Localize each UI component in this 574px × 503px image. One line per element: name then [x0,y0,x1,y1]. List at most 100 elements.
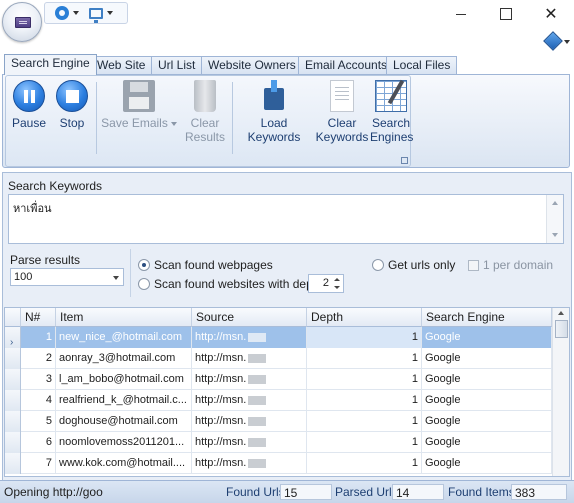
get-urls-only-radio[interactable]: Get urls only [372,258,455,272]
cell-search-engine: Google [422,327,552,348]
parsed-urls-label: Parsed Urls [335,485,398,499]
clear-results-button[interactable]: Clear Results [180,80,230,144]
found-urls-label: Found Urls [226,485,285,499]
clear-keywords-button[interactable]: Clear Keywords [314,80,370,144]
parse-results-select[interactable]: 100 [10,268,124,286]
cell-item: realfriend_k_@hotmail.c... [56,390,192,411]
stop-button[interactable]: Stop [52,80,92,130]
cell-source-text: http://msn. [195,352,247,364]
row-indicator[interactable] [5,453,21,474]
redacted-url-mask [248,353,267,363]
column-header-source[interactable]: Source [192,308,307,327]
grid-scrollbar[interactable] [552,308,569,476]
column-header-n[interactable]: N# [21,308,56,327]
tab-local-files[interactable]: Local Files [386,56,458,74]
trash-bin-icon [194,80,216,112]
chevron-up-icon[interactable] [334,278,340,281]
search-engines-button[interactable]: Search Engines [370,80,413,144]
cell-source: http://msn. [192,348,307,369]
cell-search-engine: Google [422,411,552,432]
chevron-down-icon [113,276,119,280]
qat-view-button[interactable] [89,5,113,23]
save-emails-label: Save Emails [101,116,168,130]
cell-number: 3 [21,369,56,390]
save-disk-icon [123,80,155,112]
chevron-down-icon [107,11,113,15]
clear-results-label-1: Clear [190,116,220,130]
scan-found-webpages-radio[interactable]: Scan found webpages [138,258,273,272]
table-row[interactable]: 3 l_am_bobo@hotmail.com http://msn. 1 Google [5,369,552,390]
table-row[interactable]: 7 www.kok.com@hotmail.... http://msn. 1 Goog… [5,453,552,474]
cell-depth: 1 [307,453,422,474]
redacted-url-mask [248,437,267,447]
cell-depth: 1 [307,327,422,348]
maximize-button[interactable] [483,0,529,28]
ribbon-tabs: Search Engine Web Site Url List Website … [0,54,574,75]
cell-search-engine: Google [422,432,552,453]
cell-item: aonray_3@hotmail.com [56,348,192,369]
table-row[interactable]: 4 realfriend_k_@hotmail.c... http://msn. 1 G… [5,390,552,411]
scroll-down-icon[interactable] [552,233,558,237]
keywords-scrollbar[interactable] [546,195,563,243]
application-menu-button[interactable] [2,2,42,42]
row-indicator[interactable]: › [5,327,21,348]
tab-url-list[interactable]: Url List [151,56,203,74]
cell-item: new_nice_@hotmail.com [56,327,192,348]
row-indicator[interactable] [5,348,21,369]
row-indicator[interactable] [5,390,21,411]
search-keywords-input[interactable]: หาเพื่อน [8,194,564,244]
clear-results-label-2: Results [184,130,225,144]
pause-icon [13,80,45,112]
depth-stepper[interactable]: 2 [308,274,344,293]
row-indicator[interactable] [5,369,21,390]
table-row[interactable]: 5 doghouse@hotmail.com http://msn. 1 Google [5,411,552,432]
scroll-up-icon[interactable] [552,201,558,205]
row-indicator[interactable] [5,411,21,432]
column-header-depth[interactable]: Depth [307,308,422,327]
tab-web-site[interactable]: Web Site [90,56,153,74]
scroll-up-icon[interactable] [558,311,564,315]
per-domain-checkbox[interactable]: 1 per domain [468,258,553,272]
cell-number: 7 [21,453,56,474]
radio-unselected-icon [372,259,384,271]
qat-options-button[interactable] [55,5,79,21]
checkbox-icon [468,259,479,271]
cell-depth: 1 [307,411,422,432]
table-row[interactable]: › 1 new_nice_@hotmail.com http://msn. 1 Googl… [5,327,552,348]
row-indicator[interactable] [5,432,21,453]
close-button[interactable]: ✕ [528,0,574,28]
results-grid: N# Item Source Depth Search Engine › 1 new… [4,307,570,477]
save-emails-button[interactable]: Save Emails [100,80,178,130]
depth-value: 2 [322,277,329,289]
search-engines-label-1: Search [371,116,411,130]
scroll-thumb[interactable] [555,320,568,338]
table-row[interactable]: 2 aonray_3@hotmail.com http://msn. 1 Google [5,348,552,369]
column-header-search-engine[interactable]: Search Engine [422,308,552,327]
chevron-down-icon [73,11,79,15]
cell-source: http://msn. [192,369,307,390]
chevron-down-icon[interactable] [564,40,570,44]
chevron-down-icon[interactable] [334,286,340,289]
dialog-launcher-icon[interactable] [401,157,408,164]
cell-item: noomlovemoss2011201... [56,432,192,453]
column-header-item[interactable]: Item [56,308,192,327]
cell-item: doghouse@hotmail.com [56,411,192,432]
tab-website-owners[interactable]: Website Owners [201,56,303,74]
pause-button[interactable]: Pause [8,80,50,130]
spreadsheet-pencil-icon [375,80,407,112]
tab-search-engine[interactable]: Search Engine [4,54,97,75]
load-keywords-button[interactable]: Load Keywords [234,80,314,144]
get-urls-only-label: Get urls only [388,258,456,272]
table-row[interactable]: 6 noomlovemoss2011201... http://msn. 1 Googl… [5,432,552,453]
ribbon-panel: Pause Stop Save Emails Clear Results Loa… [2,74,570,168]
cell-search-engine: Google [422,390,552,411]
tab-email-accounts[interactable]: Email Accounts [298,56,395,74]
found-items-value: 383 [511,484,567,500]
minimize-button[interactable] [438,0,484,28]
quick-access-toolbar [44,2,128,24]
scan-with-depth-radio[interactable]: Scan found websites with depth [138,277,323,291]
radio-unselected-icon [138,278,150,290]
clear-keywords-label-2: Keywords [315,130,369,144]
search-keywords-label: Search Keywords [8,179,103,193]
help-icon[interactable] [543,31,563,51]
